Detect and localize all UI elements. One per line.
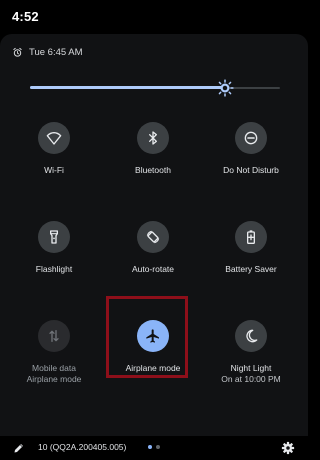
bluetooth-icon [149,131,157,145]
status-bar: 4:52 [0,0,308,32]
night-light-icon [246,329,258,343]
tile-mobile-data-button[interactable] [38,320,70,352]
next-alarm[interactable]: Tue 6:45 AM [12,45,83,59]
tile-wifi-label: Wi-Fi [44,165,64,175]
tile-dnd-button[interactable] [235,122,267,154]
brightness-fill [30,86,225,89]
tile-flashlight[interactable]: Flashlight [4,221,104,275]
tile-auto-rotate[interactable]: Auto-rotate [103,221,203,275]
page-dot [148,445,152,449]
alarm-clock-icon [13,47,22,57]
tile-mobile-data-sublabel: Airplane mode [26,374,82,384]
tile-do-not-disturb[interactable]: Do Not Disturb [201,122,301,176]
wifi-icon [46,132,62,145]
do-not-disturb-icon [244,131,258,145]
tile-battery-saver-button[interactable] [235,221,267,253]
tile-dnd-label: Do Not Disturb [223,165,279,175]
tile-bluetooth-button[interactable] [137,122,169,154]
alarm-time: Tue 6:45 AM [29,46,83,58]
tile-night-light-button[interactable] [235,320,267,352]
tile-bluetooth[interactable]: Bluetooth [103,122,203,176]
tile-night-light[interactable]: Night Light On at 10:00 PM [201,320,301,385]
tile-mobile-data[interactable]: Mobile data Airplane mode [4,320,104,385]
tile-battery-saver[interactable]: Battery Saver [201,221,301,275]
tile-wifi-button[interactable] [38,122,70,154]
battery-saver-icon [247,230,255,244]
tile-night-light-sublabel: On at 10:00 PM [221,374,281,384]
airplane-mode-highlight-box [106,296,188,378]
page-indicator [148,445,160,449]
tile-auto-rotate-label: Auto-rotate [131,264,175,274]
brightness-slider[interactable] [30,79,280,97]
tile-auto-rotate-button[interactable] [137,221,169,253]
tile-bluetooth-label: Bluetooth [135,165,171,175]
build-number: 10 (QQ2A.200405.005) [38,442,127,452]
settings-gear-icon[interactable] [281,441,295,455]
flashlight-icon [50,230,58,244]
tile-night-light-label: Night Light [230,363,272,373]
auto-rotate-icon [146,230,160,244]
tile-flashlight-button[interactable] [38,221,70,253]
edit-pencil-icon[interactable] [13,442,25,454]
page-dot [156,445,160,449]
tile-battery-saver-label: Battery Saver [225,264,277,274]
status-time: 4:52 [12,9,39,24]
tile-mobile-data-label: Mobile data [32,363,76,373]
brightness-icon[interactable] [216,79,234,97]
mobile-data-icon [49,330,59,342]
tile-flashlight-label: Flashlight [35,264,73,274]
tile-wifi[interactable]: Wi-Fi [4,122,104,176]
qs-footer: 10 (QQ2A.200405.005) [0,434,308,460]
